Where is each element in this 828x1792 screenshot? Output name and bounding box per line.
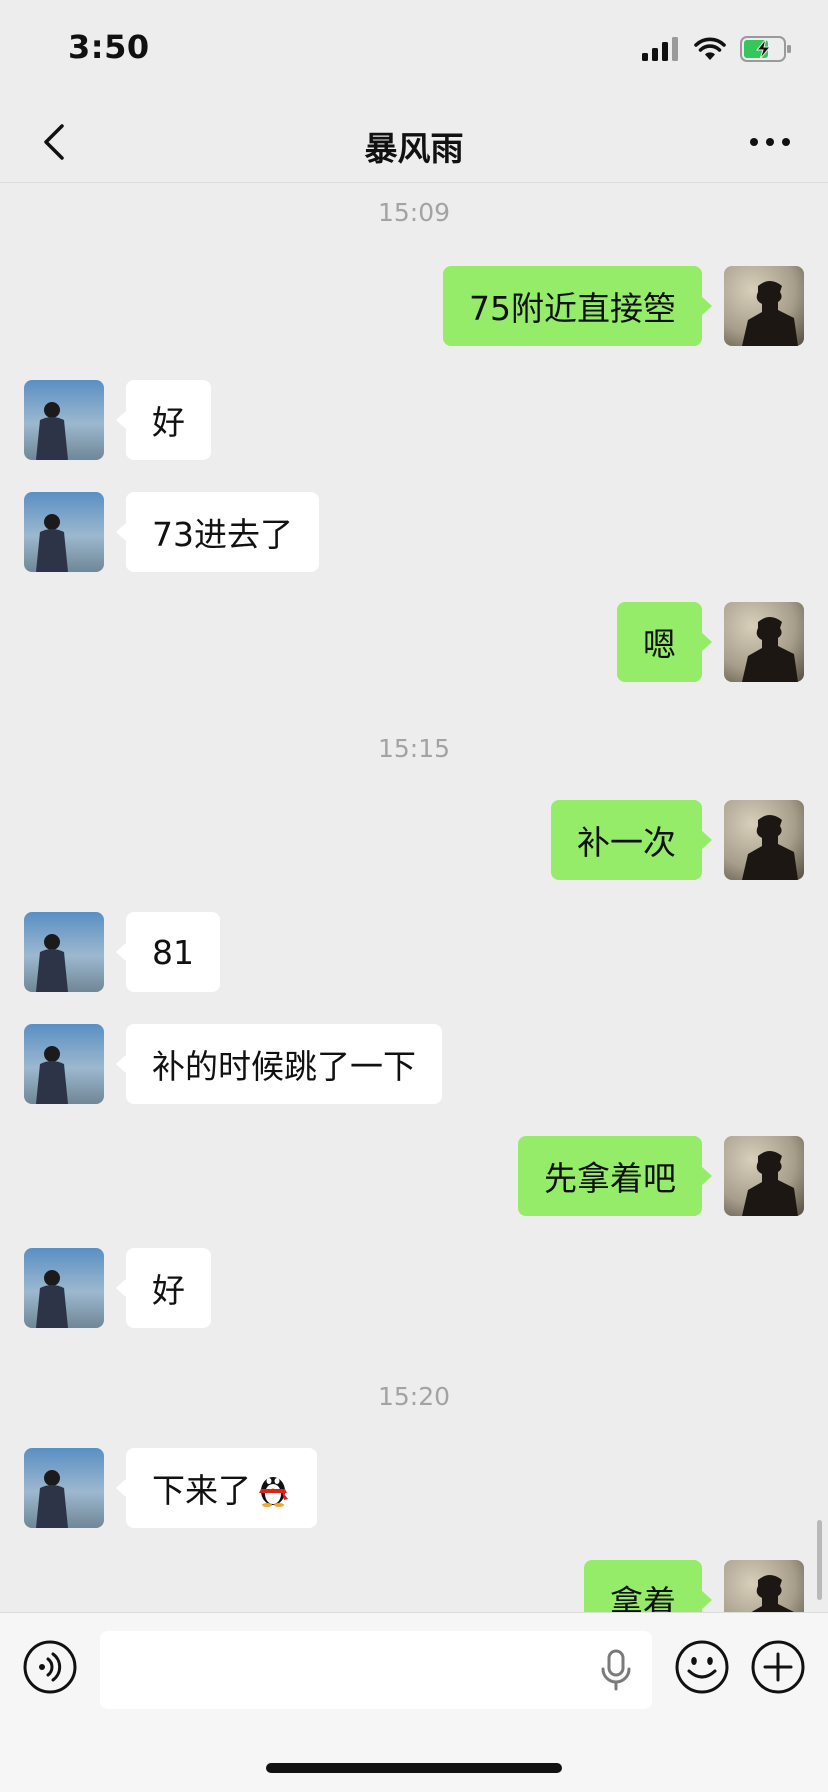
message-incoming: 81	[0, 912, 828, 992]
status-time: 3:50	[68, 28, 150, 66]
voice-mode-icon[interactable]	[22, 1639, 78, 1695]
contact-avatar[interactable]	[24, 1248, 104, 1328]
message-outgoing: 拿着	[0, 1560, 828, 1612]
message-incoming: 下来了	[0, 1448, 828, 1528]
cellular-signal-icon	[642, 37, 678, 61]
message-bubble[interactable]: 下来了	[116, 1448, 317, 1528]
battery-charging-icon	[740, 36, 791, 62]
message-bubble[interactable]: 73进去了	[116, 492, 319, 572]
my-avatar[interactable]	[724, 1560, 804, 1612]
microphone-icon[interactable]	[596, 1649, 636, 1691]
message-text: 下来了	[152, 1471, 251, 1510]
message-incoming: 补的时候跳了一下	[0, 1024, 828, 1104]
message-bubble[interactable]: 先拿着吧	[518, 1136, 712, 1216]
timestamp: 15:15	[377, 734, 451, 763]
my-avatar[interactable]	[724, 800, 804, 880]
plus-icon[interactable]	[750, 1639, 806, 1695]
message-bubble[interactable]: 补的时候跳了一下	[116, 1024, 442, 1104]
message-incoming: 73进去了	[0, 492, 828, 572]
contact-avatar[interactable]	[24, 492, 104, 572]
message-input[interactable]	[100, 1631, 652, 1709]
message-bubble[interactable]: 拿着	[584, 1560, 712, 1612]
my-avatar[interactable]	[724, 266, 804, 346]
message-outgoing: 补一次	[0, 800, 828, 880]
message-bubble[interactable]: 81	[116, 912, 220, 992]
input-bar	[0, 1612, 828, 1792]
message-bubble[interactable]: 好	[116, 1248, 211, 1328]
chat-area[interactable]: 15:09 75附近直接箜 好 73进去了 嗯 15:15 补一次 81 补的时…	[0, 184, 828, 1612]
my-avatar[interactable]	[724, 1136, 804, 1216]
status-bar: 3:50	[0, 0, 828, 100]
message-bubble[interactable]: 嗯	[617, 602, 712, 682]
chat-scrollbar[interactable]	[817, 1520, 822, 1600]
my-avatar[interactable]	[724, 602, 804, 682]
more-options-icon[interactable]	[748, 136, 792, 148]
contact-avatar[interactable]	[24, 912, 104, 992]
message-outgoing: 先拿着吧	[0, 1136, 828, 1216]
status-icons	[642, 36, 792, 62]
contact-avatar[interactable]	[24, 380, 104, 460]
contact-avatar[interactable]	[24, 1448, 104, 1528]
penguin-emoji-icon	[259, 1477, 288, 1507]
message-bubble[interactable]: 补一次	[551, 800, 712, 880]
message-outgoing: 75附近直接箜	[0, 266, 828, 346]
message-bubble[interactable]: 75附近直接箜	[443, 266, 712, 346]
wifi-icon	[694, 37, 726, 60]
chat-title: 暴风雨	[364, 129, 464, 168]
contact-avatar[interactable]	[24, 1024, 104, 1104]
message-bubble[interactable]: 好	[116, 380, 211, 460]
emoji-icon[interactable]	[674, 1639, 730, 1695]
timestamp: 15:09	[377, 198, 451, 227]
message-outgoing: 嗯	[0, 602, 828, 682]
message-incoming: 好	[0, 380, 828, 460]
navigation-bar: 暴风雨	[0, 100, 828, 183]
message-incoming: 好	[0, 1248, 828, 1328]
home-indicator[interactable]	[266, 1763, 562, 1773]
timestamp: 15:20	[377, 1382, 451, 1411]
